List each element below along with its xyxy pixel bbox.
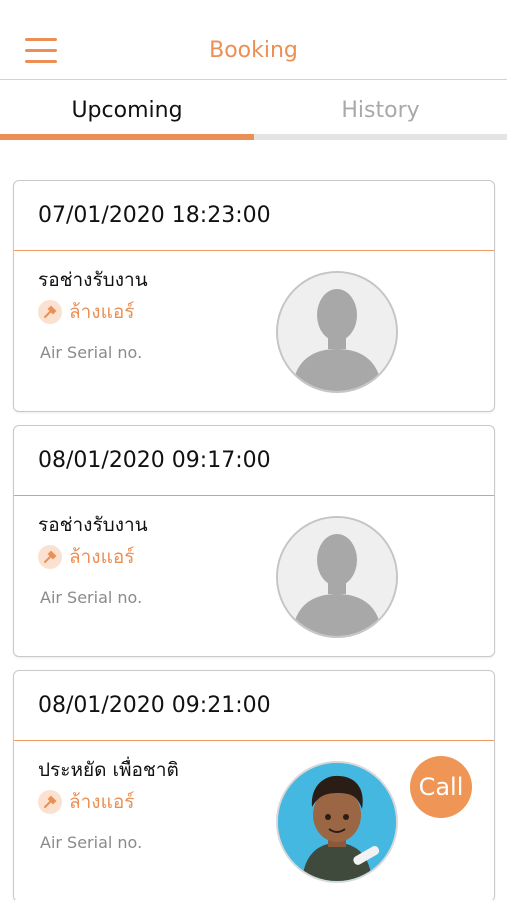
tab-upcoming[interactable]: Upcoming — [0, 80, 254, 140]
booking-card-body: รอช่างรับงาน ล้างแอร์ Air Serial no. — [14, 496, 494, 657]
service-tool-icon — [38, 790, 62, 814]
service-name: ล้างแอร์ — [69, 546, 135, 568]
call-button[interactable]: Call — [410, 756, 472, 818]
placeholder-avatar-icon — [276, 271, 398, 393]
air-serial-label: Air Serial no. — [40, 588, 143, 607]
service-row: ล้างแอร์ — [38, 789, 134, 815]
air-serial-label: Air Serial no. — [40, 343, 143, 362]
booking-card[interactable]: 08/01/2020 09:17:00 รอช่างรับงาน ล้างแอร… — [13, 425, 495, 657]
service-row: ล้างแอร์ — [38, 299, 134, 325]
technician-name: ประหยัด เพื่อชาติ — [38, 759, 179, 781]
booking-card-body: รอช่างรับงาน ล้างแอร์ Air Serial no. — [14, 251, 494, 412]
placeholder-avatar-icon — [276, 516, 398, 638]
service-name: ล้างแอร์ — [69, 301, 135, 323]
service-tool-icon — [38, 300, 62, 324]
technician-avatar-icon — [276, 761, 398, 883]
tab-indicator — [0, 134, 254, 140]
service-tool-icon — [38, 545, 62, 569]
booking-card[interactable]: 08/01/2020 09:21:00 ประหยัด เพื่อชาติ ล้… — [13, 670, 495, 900]
tab-label: Upcoming — [71, 98, 183, 123]
booking-status: รอช่างรับงาน — [38, 514, 148, 536]
booking-card-body: ประหยัด เพื่อชาติ ล้างแอร์ Air Serial no… — [14, 741, 494, 900]
booking-list: 07/01/2020 18:23:00 รอช่างรับงาน ล้างแอร… — [13, 180, 495, 900]
tab-label: History — [341, 98, 420, 123]
booking-status: รอช่างรับงาน — [38, 269, 148, 291]
booking-tabs: Upcoming History — [0, 80, 507, 140]
service-name: ล้างแอร์ — [69, 791, 135, 813]
booking-card[interactable]: 07/01/2020 18:23:00 รอช่างรับงาน ล้างแอร… — [13, 180, 495, 412]
air-serial-label: Air Serial no. — [40, 833, 143, 852]
booking-datetime: 08/01/2020 09:17:00 — [14, 426, 494, 496]
app-header: Booking — [0, 0, 507, 80]
booking-datetime: 07/01/2020 18:23:00 — [14, 181, 494, 251]
page-title: Booking — [209, 38, 298, 63]
tab-indicator — [254, 134, 507, 140]
booking-datetime: 08/01/2020 09:21:00 — [14, 671, 494, 741]
service-row: ล้างแอร์ — [38, 544, 134, 570]
tab-history[interactable]: History — [254, 80, 507, 140]
